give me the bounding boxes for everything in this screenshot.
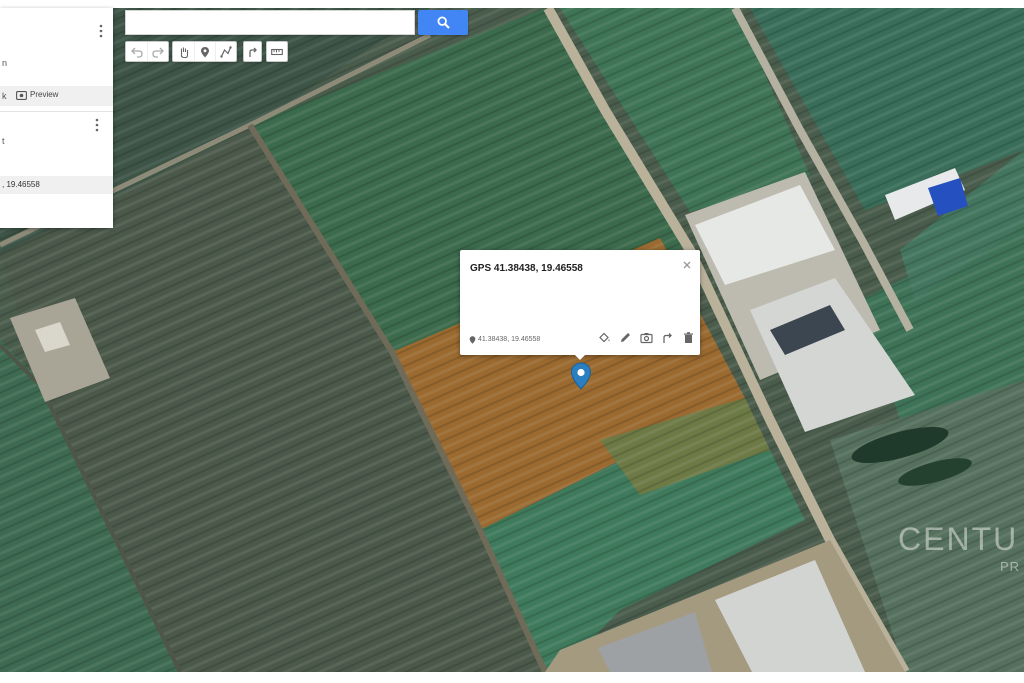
edit-icon[interactable] — [619, 331, 632, 344]
location-icon — [469, 336, 476, 344]
style-icon[interactable] — [598, 331, 611, 344]
map-description-fragment: n — [2, 58, 8, 68]
place-item-label: , 19.46558 — [2, 180, 40, 189]
draw-line-icon — [220, 45, 232, 58]
close-icon[interactable] — [681, 259, 693, 271]
ruler-icon — [271, 48, 283, 55]
selected-place-item[interactable]: , 19.46558 — [0, 176, 113, 194]
add-marker-button[interactable] — [194, 42, 215, 61]
search-input[interactable] — [125, 10, 415, 35]
share-fragment[interactable]: k — [2, 91, 7, 101]
directions-icon[interactable] — [661, 331, 674, 344]
preview-label: Preview — [30, 90, 59, 99]
search-icon — [436, 16, 450, 29]
measure-group — [266, 41, 288, 62]
panel-divider — [0, 111, 113, 112]
draw-tools-group — [172, 41, 237, 62]
watermark-text: CENTU — [898, 521, 1019, 557]
popup-pointer — [574, 354, 586, 360]
popup-title: GPS 41.38438, 19.46558 — [470, 263, 583, 274]
popup-coordinates: 41.38438, 19.46558 — [469, 336, 540, 344]
add-directions-button[interactable] — [244, 42, 261, 61]
directions-icon — [248, 47, 257, 57]
popup-actions — [598, 331, 695, 344]
hand-select-icon — [180, 47, 188, 58]
redo-icon — [152, 47, 164, 58]
coordinates-text: 41.38438, 19.46558 — [478, 336, 541, 343]
undo-button[interactable] — [126, 42, 147, 61]
layer-name-fragment: t — [2, 136, 5, 146]
select-items-button[interactable] — [173, 42, 194, 61]
search-button[interactable] — [418, 10, 468, 35]
measure-button[interactable] — [267, 42, 287, 61]
watermark-subtext: PR — [1000, 559, 1021, 574]
undo-redo-group — [125, 41, 169, 62]
delete-icon[interactable] — [682, 331, 695, 344]
preview-icon — [16, 90, 27, 100]
map-pin-icon[interactable] — [570, 362, 592, 390]
preview-button[interactable]: Preview — [16, 90, 58, 100]
directions-group — [243, 41, 262, 62]
place-info-popup: GPS 41.38438, 19.46558 41.38438, 19.4655… — [460, 250, 700, 355]
add-photo-icon[interactable] — [640, 331, 653, 344]
undo-icon — [130, 47, 143, 58]
add-marker-icon — [201, 46, 209, 57]
more-vert-icon[interactable] — [96, 24, 106, 38]
map-actions-row: k Preview — [0, 86, 113, 106]
redo-button[interactable] — [147, 42, 168, 61]
draw-line-button[interactable] — [215, 42, 236, 61]
map-panel: n k Preview t , 19.46558 — [0, 8, 113, 228]
layer-more-vert-icon[interactable] — [92, 118, 102, 132]
